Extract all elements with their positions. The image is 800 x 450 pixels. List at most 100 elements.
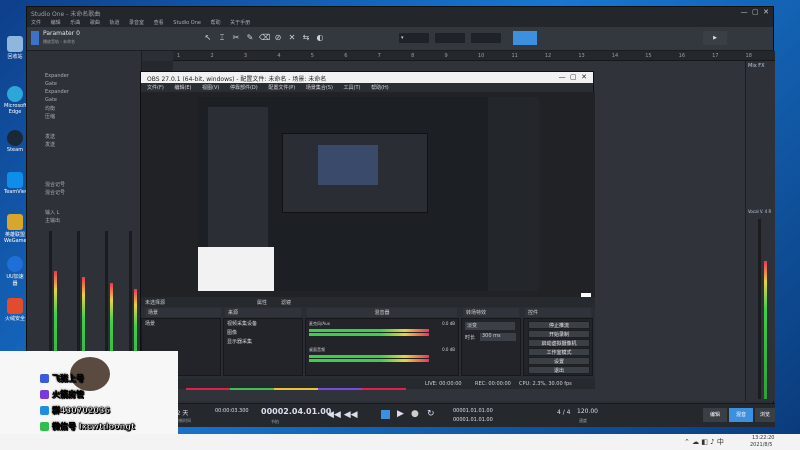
inspector-row[interactable]: 主输出	[45, 217, 60, 224]
exit-button[interactable]: 退出	[528, 366, 590, 374]
bend-tool-icon[interactable]: ⇆	[301, 33, 311, 43]
menu-item[interactable]: 编辑	[51, 20, 61, 26]
position-readout[interactable]: 00002.04.01.00	[261, 407, 331, 416]
desktop-icon-teamviewer[interactable]: TeamViewer	[4, 172, 34, 195]
menu-item[interactable]: 乐曲	[70, 20, 80, 26]
range-tool-icon[interactable]: ⌶	[217, 33, 227, 43]
source-item[interactable]: 图像	[224, 328, 302, 337]
properties-button[interactable]: 属性	[257, 299, 267, 306]
studio-mode-button[interactable]: 工作室模式	[528, 348, 590, 356]
inspector-row[interactable]: 压缩	[45, 113, 55, 120]
start-button[interactable]: ▶	[703, 31, 727, 45]
loop-start[interactable]: 00001.01.01.00	[453, 408, 493, 414]
huorong-icon	[7, 298, 23, 314]
menu-item[interactable]: 帮助(H)	[371, 85, 389, 91]
menu-item[interactable]: 文件	[31, 20, 41, 26]
snap-toggle[interactable]	[513, 31, 537, 45]
timeline-ruler[interactable]: 1 2 3 4 5 6 7 8 9 10 11 12 13 14 15 16 17 18	[173, 51, 775, 61]
virtual-cam-button[interactable]: 启动虚拟摄像机	[528, 339, 590, 347]
tab-edit[interactable]: 编辑	[703, 408, 727, 422]
start-record-button[interactable]: 开始录制	[528, 330, 590, 338]
capture-mixer	[208, 107, 268, 267]
loop-button[interactable]: ↻	[427, 409, 435, 419]
inspector-row[interactable]: 发送	[45, 133, 55, 140]
ruler-mark: 5	[310, 53, 314, 59]
inspector-row[interactable]: Expander	[45, 89, 69, 95]
inspector-row[interactable]: 混合记号	[45, 181, 65, 188]
mixer-meter	[309, 333, 429, 336]
eraser-tool-icon[interactable]: ⌫	[259, 33, 270, 43]
menu-item[interactable]: 文件(F)	[147, 85, 164, 91]
desktop-icon-steam[interactable]: Steam	[4, 130, 26, 153]
tempo-readout[interactable]: 120.00	[577, 408, 598, 415]
rocket-icon	[40, 390, 49, 399]
desktop-icon-uu[interactable]: UU加速器	[4, 256, 26, 287]
window-controls[interactable]: — ▢ ✕	[559, 73, 587, 81]
clock-time[interactable]: 13:22:20	[752, 435, 774, 441]
desktop-icon-edge[interactable]: Microsoft Edge	[4, 86, 27, 115]
desktop-icon-huorong[interactable]: 火绒安全	[4, 298, 26, 322]
filters-button[interactable]: 滤镜	[281, 299, 291, 306]
mute-tool-icon[interactable]: ✕	[287, 33, 297, 43]
ruler-mark: 18	[745, 53, 752, 59]
loop-end[interactable]: 00001.01.01.00	[453, 417, 493, 423]
menu-item[interactable]: 配置文件(P)	[268, 85, 295, 91]
duration-input[interactable]: 300 ms	[480, 333, 516, 341]
menu-item[interactable]: 工具(T)	[344, 85, 361, 91]
listen-tool-icon[interactable]: ◐	[315, 33, 325, 43]
obs-canvas[interactable]	[198, 97, 539, 291]
paint-tool-icon[interactable]: ⊘	[273, 33, 283, 43]
tab-mix[interactable]: 混音	[729, 408, 753, 422]
stop-button[interactable]	[381, 410, 390, 419]
inspector-row[interactable]: Expander	[45, 73, 69, 79]
system-tray-icons[interactable]: ⌃ ☁ ◧ ♪ 中	[684, 437, 724, 447]
scene-item[interactable]: 场景	[142, 319, 220, 328]
transition-type[interactable]: 淡变	[465, 322, 515, 330]
desktop-icon-recycle-bin[interactable]: 回收站	[4, 36, 26, 60]
master-fader[interactable]	[758, 219, 761, 399]
source-item[interactable]: 视频采集设备	[224, 319, 302, 328]
mixer-channel-name: 桌面音频	[309, 347, 325, 352]
clock-date[interactable]: 2021/8/5	[750, 442, 772, 448]
quantize-dropdown[interactable]	[435, 33, 465, 43]
rewind-button[interactable]: ◀◀ ◀◀	[327, 410, 358, 420]
menu-item[interactable]: 编辑(E)	[174, 85, 191, 91]
obs-title-text: OBS 27.0.1 (64-bit, windows) - 配置文件: 未命名…	[147, 76, 327, 83]
inspector-row[interactable]: 发送	[45, 141, 55, 148]
inspector-row[interactable]: 输入 L	[45, 209, 59, 216]
arrow-tool-icon[interactable]: ↖	[203, 33, 213, 43]
menu-item[interactable]: 停靠部件(D)	[230, 85, 258, 91]
settings-button[interactable]: 设置	[528, 357, 590, 365]
menu-item[interactable]: 关于手册	[230, 20, 250, 26]
menu-item[interactable]: 轨道	[109, 20, 119, 26]
menu-item[interactable]: 帮助	[211, 20, 221, 26]
window-controls[interactable]: — ▢ ✕	[741, 8, 769, 16]
inspector-row[interactable]: 均衡	[45, 105, 55, 112]
no-source-label: 未选择源	[145, 300, 166, 306]
desktop-icon-wegame[interactable]: 英雄联盟WeGame	[4, 214, 27, 244]
inspector-row[interactable]: Gate	[45, 81, 57, 87]
desktop-icon-label: 回收站	[7, 54, 23, 60]
menu-item[interactable]: 歌曲	[90, 20, 100, 26]
obs-preview-area	[141, 92, 595, 303]
menu-item[interactable]: 视图(V)	[202, 85, 219, 91]
source-item[interactable]: 显示器采集	[224, 337, 302, 346]
tab-browse[interactable]: 浏览	[755, 408, 775, 422]
split-tool-icon[interactable]: ✂	[231, 33, 241, 43]
snap-dropdown[interactable]: ▾	[399, 33, 429, 43]
menu-item[interactable]: 录音室	[129, 20, 144, 26]
inspector-row[interactable]: Gate	[45, 97, 57, 103]
pencil-tool-icon[interactable]: ✎	[245, 33, 255, 43]
ruler-mark: 8	[411, 53, 415, 59]
scenes-dock-title: 场景	[145, 308, 221, 317]
inspector-row[interactable]: 混合记号	[45, 189, 65, 196]
play-button[interactable]: ▶	[397, 409, 404, 419]
menu-item[interactable]: 查看	[154, 20, 164, 26]
time-signature[interactable]: 4 / 4	[557, 409, 570, 416]
capture-card	[198, 247, 274, 291]
menu-item[interactable]: Studio One	[173, 20, 201, 26]
timebase-dropdown[interactable]	[471, 33, 501, 43]
record-button[interactable]: ●	[411, 409, 419, 419]
stop-stream-button[interactable]: 停止推流	[528, 321, 590, 329]
menu-item[interactable]: 场景集合(S)	[306, 85, 333, 91]
